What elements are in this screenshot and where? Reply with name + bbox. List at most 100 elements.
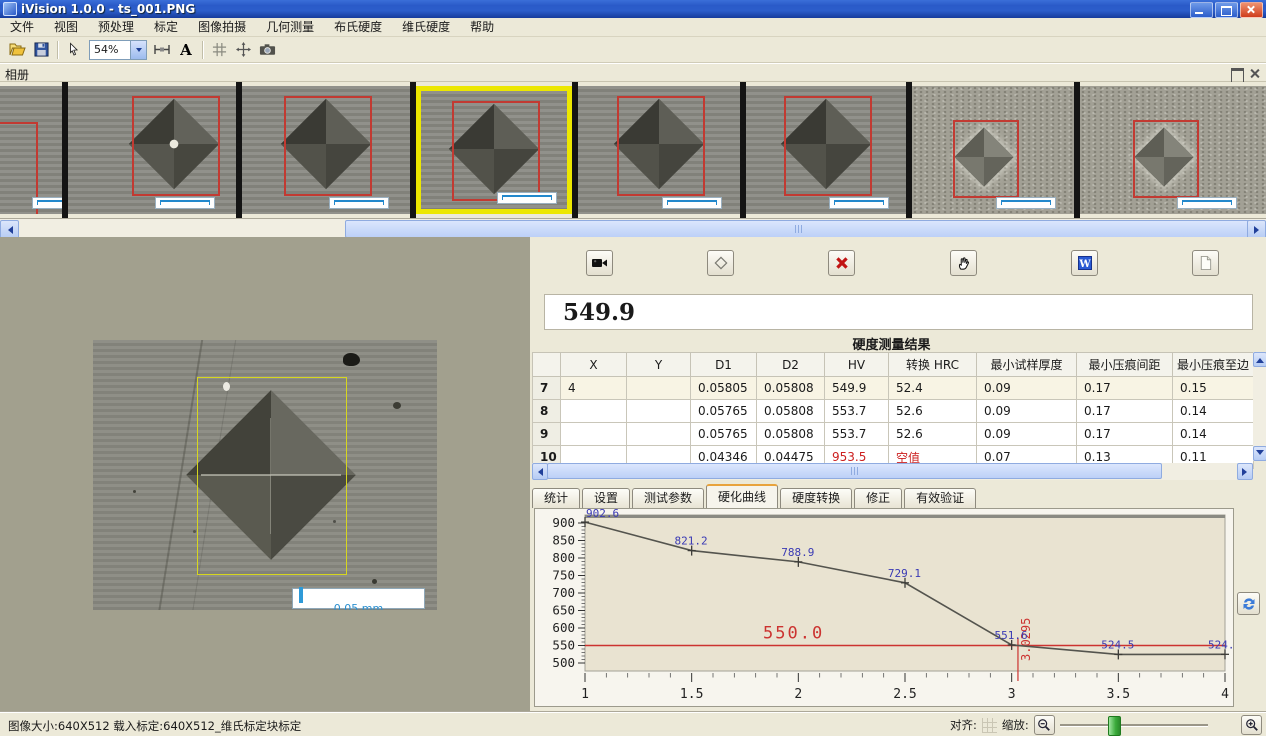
zoom-out-button[interactable] <box>1034 715 1055 735</box>
menu-item-2[interactable]: 视图 <box>44 18 88 36</box>
table-cell[interactable]: 0.09 <box>977 377 1077 400</box>
table-cell[interactable]: 0.05808 <box>757 400 825 423</box>
table-row-9[interactable]: 9 0.057650.05808553.752.60.090.170.14 <box>533 423 1254 446</box>
menu-item-3[interactable]: 预处理 <box>88 18 144 36</box>
table-cell[interactable]: 0.17 <box>1077 423 1173 446</box>
table-hscrollbar[interactable] <box>532 463 1253 480</box>
tab-3[interactable]: 测试参数 <box>632 488 704 508</box>
indent-marker-box <box>784 96 872 196</box>
table-cell[interactable]: 0.05808 <box>757 377 825 400</box>
table-cell[interactable]: 52.4 <box>889 377 977 400</box>
move-tool-button[interactable] <box>231 39 255 61</box>
table-cell[interactable]: 0.17 <box>1077 377 1173 400</box>
minimize-button[interactable] <box>1190 2 1213 18</box>
album-thumbnail-1[interactable] <box>0 86 62 214</box>
album-scrollbar[interactable] <box>0 218 1266 237</box>
close-button[interactable] <box>1240 2 1263 18</box>
column-header-8: 最小压痕间距 <box>1077 353 1173 377</box>
maximize-button[interactable] <box>1215 2 1238 18</box>
scroll-left-button[interactable] <box>532 463 548 480</box>
open-file-button[interactable] <box>5 39 29 61</box>
table-cell[interactable]: 0.05808 <box>757 423 825 446</box>
album-thumbnail-3[interactable] <box>242 86 410 214</box>
new-document-button[interactable] <box>1192 250 1219 276</box>
table-cell[interactable] <box>627 377 691 400</box>
menu-item-6[interactable]: 几何测量 <box>256 18 324 36</box>
table-cell[interactable]: 52.6 <box>889 400 977 423</box>
video-camera-button[interactable] <box>586 250 613 276</box>
album-thumbnail-5[interactable] <box>578 86 740 214</box>
save-file-button[interactable] <box>29 39 53 61</box>
text-tool-button[interactable]: A <box>174 39 198 61</box>
table-row-8[interactable]: 8 0.057650.05808553.752.60.090.170.14 <box>533 400 1254 423</box>
table-cell[interactable]: 0.05765 <box>691 400 757 423</box>
scroll-right-button[interactable] <box>1237 463 1253 480</box>
table-cell[interactable] <box>627 400 691 423</box>
cursor-tool-button[interactable] <box>62 39 86 61</box>
toolbar-separator <box>202 41 203 59</box>
zoom-level-combobox[interactable]: 54% <box>89 40 147 60</box>
table-cell[interactable]: 0.15 <box>1173 377 1254 400</box>
zoom-slider[interactable] <box>1060 715 1208 735</box>
table-cell[interactable]: 0.05765 <box>691 423 757 446</box>
album-thumbnail-6[interactable] <box>746 86 906 214</box>
align-grid-icon[interactable] <box>982 718 997 733</box>
status-bar: 图像大小:640X512 载入标定:640X512_维氏标定块标定 对齐: 缩放… <box>0 712 1266 736</box>
scroll-up-button[interactable] <box>1253 352 1266 367</box>
tab-1[interactable]: 统计 <box>532 488 580 508</box>
table-vscrollbar[interactable] <box>1253 352 1266 461</box>
table-row-7[interactable]: 74 0.058050.05808549.952.40.090.170.15 <box>533 377 1254 400</box>
album-thumbnail-2[interactable] <box>68 86 236 214</box>
table-cell[interactable]: 0.14 <box>1173 400 1254 423</box>
word-export-button[interactable]: W <box>1071 250 1098 276</box>
scroll-down-button[interactable] <box>1253 446 1266 461</box>
tab-2[interactable]: 设置 <box>582 488 630 508</box>
table-cell[interactable]: 553.7 <box>825 400 889 423</box>
menu-item-9[interactable]: 帮助 <box>460 18 504 36</box>
tab-5[interactable]: 硬度转换 <box>780 488 852 508</box>
menu-item-1[interactable]: 文件 <box>0 18 44 36</box>
table-cell[interactable] <box>561 423 627 446</box>
panel-close-icon[interactable] <box>1249 68 1260 79</box>
table-cell[interactable]: 0.05805 <box>691 377 757 400</box>
tab-7[interactable]: 有效验证 <box>904 488 976 508</box>
table-cell[interactable]: 52.6 <box>889 423 977 446</box>
album-scrollbar-thumb[interactable] <box>345 220 1252 238</box>
row-number-cell[interactable]: 8 <box>533 400 561 423</box>
tab-6[interactable]: 修正 <box>854 488 902 508</box>
camera-capture-button[interactable] <box>255 39 279 61</box>
menu-item-5[interactable]: 图像拍摄 <box>188 18 256 36</box>
table-cell[interactable]: 549.9 <box>825 377 889 400</box>
word-export-icon: W <box>1077 255 1093 271</box>
measure-tool-button[interactable] <box>150 39 174 61</box>
row-number-cell[interactable]: 7 <box>533 377 561 400</box>
grid-tool-button[interactable] <box>207 39 231 61</box>
table-cell[interactable]: 4 <box>561 377 627 400</box>
tab-4[interactable]: 硬化曲线 <box>706 484 778 508</box>
table-cell[interactable]: 0.17 <box>1077 400 1173 423</box>
table-cell[interactable]: 553.7 <box>825 423 889 446</box>
table-scrollbar-thumb[interactable] <box>547 463 1162 479</box>
row-number-cell[interactable]: 9 <box>533 423 561 446</box>
microscope-image[interactable]: 0.05 mm <box>93 340 437 610</box>
combobox-dropdown-button[interactable] <box>130 41 146 59</box>
zoom-in-button[interactable] <box>1241 715 1262 735</box>
album-thumbnail-7[interactable] <box>912 86 1074 214</box>
panel-float-icon[interactable] <box>1231 68 1244 83</box>
menu-item-4[interactable]: 标定 <box>144 18 188 36</box>
table-cell[interactable]: 0.09 <box>977 400 1077 423</box>
hand-tool-button[interactable] <box>950 250 977 276</box>
selection-box[interactable] <box>197 377 347 575</box>
table-cell[interactable]: 0.09 <box>977 423 1077 446</box>
table-cell[interactable] <box>561 400 627 423</box>
table-cell[interactable] <box>627 423 691 446</box>
album-thumbnail-8[interactable] <box>1080 86 1266 214</box>
menu-item-7[interactable]: 布氏硬度 <box>324 18 392 36</box>
table-cell[interactable]: 0.14 <box>1173 423 1254 446</box>
refresh-chart-button[interactable] <box>1237 592 1260 615</box>
diamond-indent-button[interactable] <box>707 250 734 276</box>
delete-x-button[interactable] <box>828 250 855 276</box>
zoom-slider-thumb[interactable] <box>1108 716 1121 736</box>
menu-item-8[interactable]: 维氏硬度 <box>392 18 460 36</box>
album-thumbnail-4[interactable] <box>416 86 572 214</box>
